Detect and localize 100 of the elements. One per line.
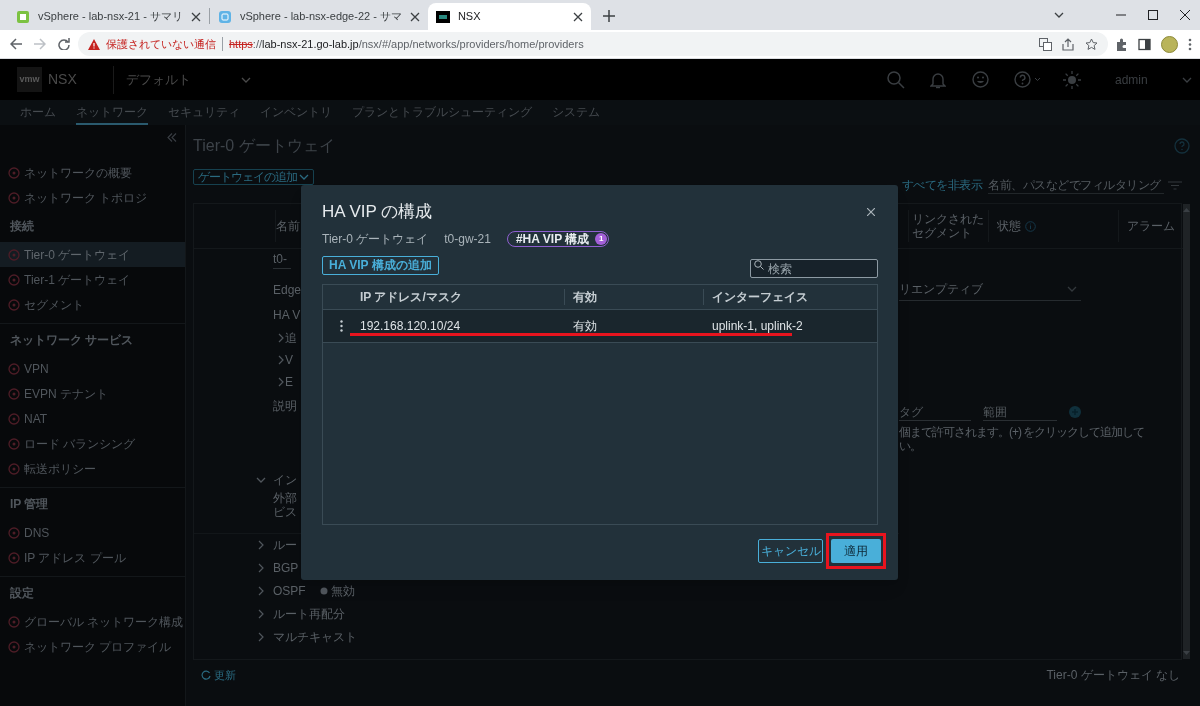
chevron-down-icon[interactable]	[1054, 12, 1064, 18]
section-toggle[interactable]: ルート再配分	[273, 606, 345, 621]
collapse-icon[interactable]	[167, 133, 177, 142]
warning-icon	[88, 38, 100, 50]
bell-icon[interactable]	[930, 70, 946, 89]
circle-icon	[8, 462, 20, 475]
sun-icon[interactable]	[1063, 70, 1081, 89]
new-tab-icon[interactable]	[602, 10, 615, 22]
close-icon[interactable]	[190, 11, 201, 22]
table-cell: 192.168.120.10/24	[360, 319, 461, 333]
back-icon[interactable]	[10, 38, 22, 50]
field-label: 説明	[273, 399, 297, 413]
maximize-icon[interactable]	[1148, 10, 1158, 20]
filter-field[interactable]: 名前、パスなどでフィルタリング	[988, 176, 1164, 194]
chevron-down-icon[interactable]	[299, 174, 309, 180]
info-icon[interactable]	[1025, 220, 1036, 232]
sidebar-item[interactable]: EVPN テナント	[0, 381, 185, 406]
section-toggle[interactable]: マルチキャスト	[273, 629, 357, 644]
caret-icon[interactable]	[1034, 77, 1041, 82]
refresh-link[interactable]: 更新	[214, 666, 236, 684]
sidebar-item[interactable]: 転送ポリシー	[0, 456, 185, 481]
security-warning[interactable]: 保護されていない通信	[106, 35, 216, 53]
section-header: 設定	[10, 585, 34, 602]
circle-icon	[8, 166, 20, 179]
add-gateway-button[interactable]: ゲートウェイの追加	[193, 169, 314, 185]
browser-tab[interactable]: vSphere - lab-nsx-edge-22 - サマ	[209, 3, 428, 30]
help-text: 個まで許可されます。(+) をクリックして追加して	[899, 425, 1146, 439]
sidebar-item[interactable]: ロード バランシング	[0, 431, 185, 456]
url-text[interactable]: https://lab-nsx-21.go-lab.jp/nsx/#/app/networks/providers/home/providers	[229, 35, 584, 53]
chevron-right-icon[interactable]	[278, 333, 284, 343]
column-header: インターフェイス	[712, 289, 808, 306]
forward-icon[interactable]	[34, 38, 46, 50]
share-icon[interactable]	[1062, 37, 1075, 51]
collapse-all-link[interactable]: すべてを非表示	[901, 176, 982, 194]
circle-icon	[8, 387, 20, 400]
subsection-toggle[interactable]: E	[285, 375, 293, 389]
help-text: い。	[899, 439, 922, 453]
tag-field[interactable]: タグ	[899, 403, 971, 421]
sidebar-item[interactable]: ネットワーク トポロジ	[0, 185, 185, 210]
sidebar-item[interactable]: グローバル ネットワーク構成	[0, 609, 185, 634]
search-field[interactable]: 検索	[750, 259, 878, 278]
browser-tab[interactable]: vSphere - lab-nsx-21 - サマリ	[8, 3, 209, 30]
help-icon[interactable]	[1014, 71, 1031, 88]
section-header: ネットワーク サービス	[10, 332, 134, 349]
translate-icon[interactable]	[1039, 37, 1052, 51]
sidebar-item[interactable]: ネットワーク プロファイル	[0, 634, 185, 659]
user-menu[interactable]: admin	[1115, 70, 1200, 89]
help-icon[interactable]	[1174, 138, 1190, 154]
star-icon[interactable]	[1085, 37, 1098, 51]
kebab-icon[interactable]	[340, 320, 343, 332]
sidebar-item[interactable]: Tier-0 ゲートウェイ	[0, 242, 185, 267]
chevron-right-icon[interactable]	[278, 377, 284, 387]
close-icon[interactable]	[572, 11, 583, 22]
column-header: アラーム	[1127, 218, 1175, 235]
add-ha-vip-button[interactable]: HA VIP 構成の追加	[322, 255, 439, 275]
browser-tab[interactable]: NSX	[427, 3, 591, 30]
gateway-name: t0-gw-21	[444, 231, 491, 248]
side-panel-icon[interactable]	[1138, 37, 1151, 51]
dialog-title: HA VIP の構成	[322, 201, 433, 224]
sidebar-item[interactable]: セグメント	[0, 292, 185, 317]
favicon-icon	[217, 9, 232, 24]
apply-button[interactable]: 適用	[831, 539, 881, 563]
subsection-toggle[interactable]: 追	[285, 331, 297, 345]
refresh-icon[interactable]	[201, 670, 211, 680]
sidebar-item[interactable]: NAT	[0, 406, 185, 431]
puzzle-icon[interactable]	[1115, 37, 1128, 51]
pill-label: #HA VIP 構成	[515, 231, 590, 248]
subsection-toggle[interactable]: V	[285, 353, 293, 367]
column-header: リンクされたセグメント	[912, 212, 985, 240]
sidebar-item[interactable]: VPN	[0, 356, 185, 381]
sidebar-item[interactable]: ネットワークの概要	[0, 160, 185, 185]
avatar-icon[interactable]	[1161, 35, 1178, 53]
scrollbar[interactable]	[1183, 204, 1190, 659]
close-icon[interactable]	[1180, 10, 1190, 20]
field-label: HA V	[273, 307, 301, 322]
name-field[interactable]: t0-	[273, 249, 291, 269]
status-dot	[320, 586, 328, 595]
smiley-icon[interactable]	[972, 71, 989, 88]
scope-field[interactable]: 範囲	[983, 403, 1057, 421]
sidebar-item[interactable]: Tier-1 ゲートウェイ	[0, 267, 185, 292]
dropdown-field[interactable]: リエンプティブ	[899, 277, 1081, 301]
section-toggle[interactable]: OSPF	[273, 583, 320, 598]
section-header: IP 管理	[10, 496, 49, 513]
close-icon[interactable]	[409, 11, 420, 22]
sidebar-item[interactable]: DNS	[0, 520, 185, 545]
field-label: Edge	[273, 282, 302, 297]
context-dropdown[interactable]: デフォルト	[125, 69, 251, 90]
search-icon[interactable]	[887, 70, 905, 89]
circle-icon	[8, 298, 20, 311]
address-bar[interactable]: 保護されていない通信 https://lab-nsx-21.go-lab.jp/nsx/#/app/networks/providers/home/providers	[78, 32, 1108, 56]
table-cell: 有効	[573, 319, 597, 333]
filter-icon[interactable]	[1168, 180, 1182, 190]
close-icon[interactable]	[867, 208, 875, 216]
cancel-button[interactable]: キャンセル	[758, 539, 823, 563]
reload-icon[interactable]	[58, 38, 70, 50]
chevron-right-icon[interactable]	[278, 355, 284, 365]
circle-icon	[8, 640, 20, 653]
more-icon[interactable]	[1188, 37, 1192, 51]
add-icon[interactable]	[1069, 406, 1081, 418]
sidebar-item[interactable]: IP アドレス プール	[0, 545, 185, 570]
